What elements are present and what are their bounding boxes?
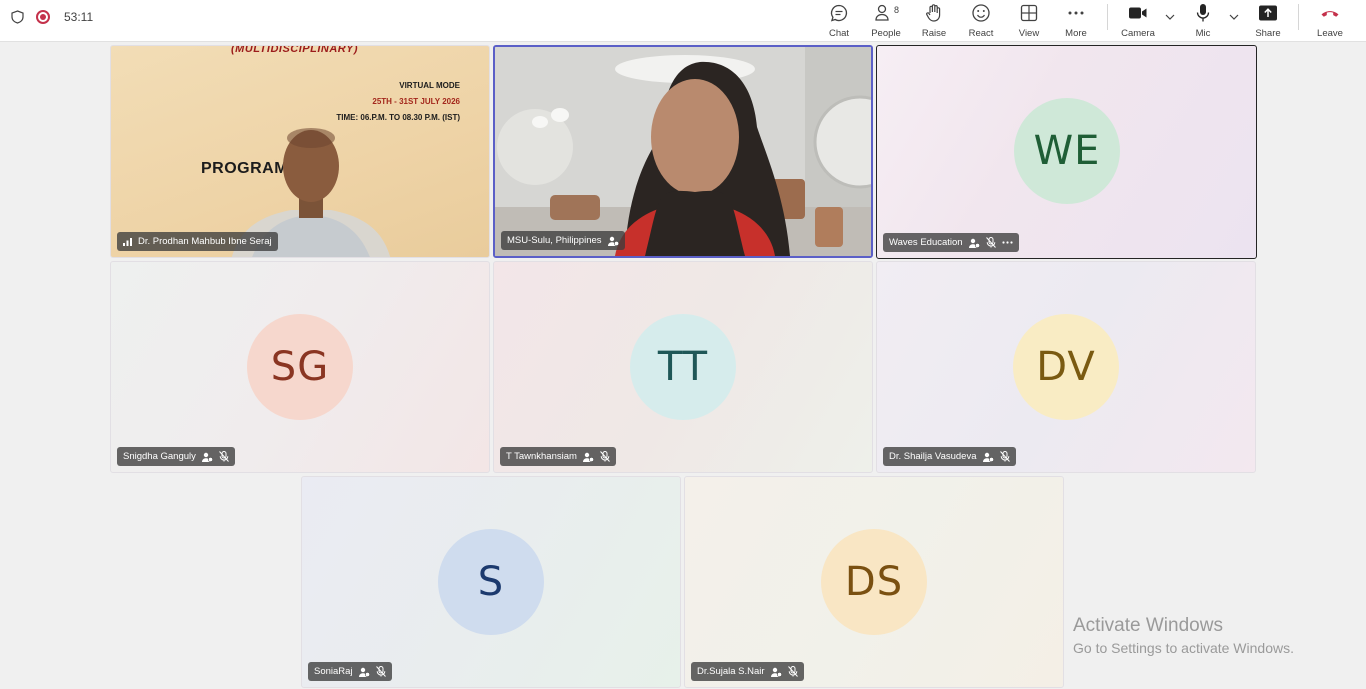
participant-video	[495, 47, 871, 256]
external-user-icon	[607, 236, 619, 246]
watermark-title: Activate Windows	[1073, 615, 1223, 636]
mic-options-chevron-icon[interactable]	[1228, 11, 1240, 23]
people-button[interactable]: 8 People	[863, 0, 909, 40]
mic-muted-icon	[375, 666, 386, 677]
view-button[interactable]: View	[1006, 0, 1052, 40]
participant-avatar: DS	[821, 529, 927, 635]
participant-nametag: Dr. Shailja Vasudeva	[883, 447, 1016, 466]
smiley-icon	[971, 1, 991, 25]
more-label: More	[1065, 28, 1087, 39]
recording-icon	[36, 10, 50, 24]
external-user-icon	[982, 452, 994, 462]
participant-tile[interactable]: WE Waves Education	[876, 45, 1257, 259]
participant-tile[interactable]: SG Snigdha Ganguly	[110, 261, 490, 473]
participant-nametag: T Tawnkhansiam	[500, 447, 616, 466]
chat-label: Chat	[828, 28, 850, 39]
avatar-initials: S	[477, 559, 505, 605]
mic-label: Mic	[1195, 28, 1211, 39]
avatar-initials: DV	[1036, 344, 1096, 390]
participant-tile-presenter[interactable]: (MULTIDISCIPLINARY) VIRTUAL MODE 25TH - …	[110, 45, 490, 258]
more-options-icon[interactable]	[1001, 241, 1013, 244]
camera-label: Camera	[1121, 28, 1155, 39]
participant-tile[interactable]: S SoniaRaj	[301, 476, 681, 688]
participant-nametag: Snigdha Ganguly	[117, 447, 235, 466]
camera-button[interactable]: Camera	[1115, 0, 1161, 40]
camera-options-chevron-icon[interactable]	[1164, 11, 1176, 23]
leave-label: Leave	[1317, 28, 1343, 39]
react-label: React	[968, 28, 994, 39]
hang-up-icon	[1320, 1, 1340, 25]
microphone-icon	[1195, 1, 1211, 25]
people-count-badge: 8	[894, 5, 900, 15]
raise-hand-button[interactable]: Raise	[911, 0, 957, 40]
participant-nametag: Waves Education	[883, 233, 1019, 252]
mic-muted-icon	[999, 451, 1010, 462]
camera-icon	[1128, 1, 1148, 25]
raise-label: Raise	[921, 28, 947, 39]
raise-hand-icon	[924, 1, 944, 25]
participant-name: SoniaRaj	[314, 666, 353, 677]
participant-name: Snigdha Ganguly	[123, 451, 196, 462]
participant-nametag: Dr.Sujala S.Nair	[691, 662, 804, 681]
share-icon	[1258, 1, 1278, 25]
share-button[interactable]: Share	[1245, 0, 1291, 40]
participant-nametag: Dr. Prodhan Mahbub Ibne Seraj	[117, 232, 278, 251]
external-user-icon	[770, 667, 782, 677]
external-user-icon	[582, 452, 594, 462]
participant-name: T Tawnkhansiam	[506, 451, 577, 462]
poster-mode: VIRTUAL MODE	[399, 81, 460, 90]
watermark-subtitle: Go to Settings to activate Windows.	[1073, 640, 1294, 656]
external-user-icon	[358, 667, 370, 677]
view-label: View	[1018, 28, 1040, 39]
react-button[interactable]: React	[958, 0, 1004, 40]
participant-name: Dr. Prodhan Mahbub Ibne Seraj	[138, 236, 272, 247]
mic-muted-icon	[219, 451, 229, 462]
participant-nametag: MSU-Sulu, Philippines	[501, 231, 625, 250]
avatar-initials: TT	[657, 344, 709, 390]
participant-name: Dr. Shailja Vasudeva	[889, 451, 977, 462]
mic-button[interactable]: Mic	[1180, 0, 1226, 40]
participant-name: Dr.Sujala S.Nair	[697, 666, 765, 677]
chat-icon	[829, 1, 849, 25]
leave-button[interactable]: Leave	[1307, 0, 1353, 40]
more-icon	[1067, 1, 1085, 25]
people-label: People	[871, 28, 901, 39]
shield-icon	[11, 10, 24, 24]
participant-avatar: DV	[1013, 314, 1119, 420]
participant-avatar: SG	[247, 314, 353, 420]
participant-avatar: S	[438, 529, 544, 635]
external-user-icon	[968, 238, 980, 248]
participant-nametag: SoniaRaj	[308, 662, 392, 681]
toolbar-divider	[1298, 4, 1299, 30]
participant-avatar: WE	[1014, 98, 1120, 204]
meeting-timer: 53:11	[64, 10, 94, 24]
external-user-icon	[201, 452, 213, 462]
chat-button[interactable]: Chat	[816, 0, 862, 40]
signal-bars-icon	[123, 237, 132, 246]
mic-muted-icon	[600, 451, 610, 462]
windows-activation-watermark: Activate Windows Go to Settings to activ…	[1073, 615, 1294, 656]
participant-tile[interactable]: TT T Tawnkhansiam	[493, 261, 873, 473]
avatar-initials: WE	[1033, 128, 1101, 174]
mic-muted-icon	[787, 666, 798, 677]
people-icon: 8	[875, 1, 900, 25]
toolbar-divider	[1107, 4, 1108, 30]
participant-name: Waves Education	[889, 237, 963, 248]
participant-avatar: TT	[630, 314, 736, 420]
participant-tile-active-speaker[interactable]: MSU-Sulu, Philippines	[493, 45, 873, 258]
meeting-toolbar: 53:11 Chat 8 People Raise React View Mor…	[0, 0, 1366, 42]
poster-header: (MULTIDISCIPLINARY)	[231, 45, 359, 55]
avatar-initials: DS	[844, 559, 904, 605]
mic-muted-icon	[985, 237, 996, 248]
participant-tile[interactable]: DS Dr.Sujala S.Nair	[684, 476, 1064, 688]
grid-view-icon	[1020, 1, 1038, 25]
avatar-initials: SG	[270, 344, 330, 390]
participant-tile[interactable]: DV Dr. Shailja Vasudeva	[876, 261, 1256, 473]
poster-dates: 25TH - 31ST JULY 2026	[372, 97, 460, 106]
share-label: Share	[1255, 28, 1281, 39]
more-button[interactable]: More	[1053, 0, 1099, 40]
participant-name: MSU-Sulu, Philippines	[507, 235, 602, 246]
